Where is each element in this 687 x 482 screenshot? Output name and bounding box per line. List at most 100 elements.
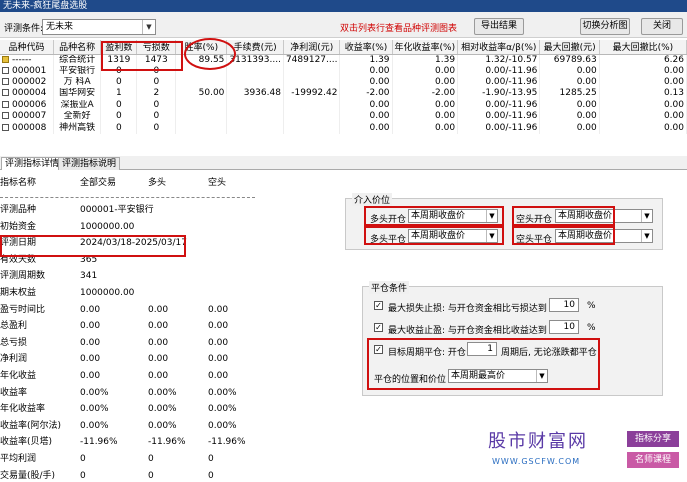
table-cell-win: 1319 xyxy=(100,54,138,66)
cell-text: 0 xyxy=(115,77,122,88)
col-header-name[interactable]: 品种名称 xyxy=(53,40,102,55)
row-checkbox[interactable] xyxy=(2,123,9,131)
cell-text: 89.55 xyxy=(198,54,225,65)
take-profit-checkbox[interactable]: ✓ xyxy=(374,323,383,332)
tab-eval-details[interactable]: 评测指标详情 xyxy=(1,157,64,170)
take-profit-input[interactable]: 10 xyxy=(549,320,579,334)
chevron-down-icon[interactable]: ▼ xyxy=(536,370,547,382)
table-cell-profit xyxy=(283,111,341,123)
close-button[interactable]: 关闭 xyxy=(641,18,683,35)
table-cell-annual: 0.00 xyxy=(392,65,459,77)
col-header-wins[interactable]: 盈利数 xyxy=(100,40,138,55)
col-header-annual-return[interactable]: 年化收益率(%) xyxy=(392,40,459,55)
detail-row: 评测周期数 341 xyxy=(0,271,340,282)
row-checkbox[interactable] xyxy=(2,66,9,74)
cell-text: 000007 xyxy=(12,111,47,122)
cell-text: -1.90/-13.95 xyxy=(482,88,538,99)
table-cell-rate xyxy=(175,122,228,134)
row-checkbox[interactable] xyxy=(2,78,9,86)
tab-eval-explanation[interactable]: 评测指标说明 xyxy=(58,157,121,170)
table-row[interactable]: ------ 综合统计 1319 1473 89.55 3131393.... 748912… xyxy=(0,54,687,66)
table-row[interactable]: 000006 深振业A 0 0 0.00 0.00 0.00/-11.96 0.00 0.00 xyxy=(0,99,687,112)
watermark-tag-indicators: 指标分享 xyxy=(627,431,679,447)
detail-all: 0.00 xyxy=(80,321,101,332)
detail-all: 341 xyxy=(80,271,98,282)
cell-text: 000001 xyxy=(12,65,47,76)
export-results-button[interactable]: 导出结果 xyxy=(474,18,524,35)
chevron-down-icon[interactable]: ▼ xyxy=(641,210,652,222)
cell-text: 7489127.... xyxy=(285,54,338,65)
cell-text: 0.00 xyxy=(663,65,684,76)
col-header-net-profit[interactable]: 净利润(元) xyxy=(283,40,341,55)
table-cell-profit xyxy=(283,122,341,134)
detail-short: 0.00 xyxy=(208,354,229,365)
detail-header-short: 空头 xyxy=(208,178,227,188)
cell-text: 0.00 xyxy=(576,77,597,88)
table-cell-profit: 7489127.... xyxy=(283,54,341,66)
long-close-select[interactable]: 本周期收盘价 ▼ xyxy=(408,229,498,243)
table-row[interactable]: 000004 国华网安 1 2 50.00 3936.48 -19992.42 -2.00 -2… xyxy=(0,88,687,100)
detail-all: 0.00% xyxy=(80,387,109,398)
cell-text: 综合统计 xyxy=(59,54,96,65)
detail-header: 指标名称 全部交易 多头 空头 xyxy=(0,178,350,189)
col-header-return[interactable]: 收益率(%) xyxy=(339,40,393,55)
cell-text: 0 xyxy=(153,111,160,122)
detail-long: 0.00 xyxy=(148,371,169,381)
col-header-losses[interactable]: 亏损数 xyxy=(136,40,177,55)
cell-text: 0.00 xyxy=(435,111,456,122)
detail-metric: 收益率(贝塔) xyxy=(0,437,53,448)
row-checkbox[interactable] xyxy=(2,100,9,108)
target-period-checkbox[interactable]: ✓ xyxy=(374,345,383,354)
detail-row: 盈亏时间比 0.00 0.00 0.00 xyxy=(0,305,340,316)
chevron-down-icon[interactable]: ▼ xyxy=(486,230,497,242)
short-close-value: 本周期收盘价 xyxy=(558,231,613,241)
detail-metric: 总亏损 xyxy=(0,337,28,348)
col-header-max-drawdown[interactable]: 最大回撤(元) xyxy=(539,40,600,55)
col-header-code[interactable]: 品种代码 xyxy=(0,40,54,55)
table-row[interactable]: 000002 万 科A 0 0 0.00 0.00 0.00/-11.96 0.00 0.00 xyxy=(0,76,687,89)
cell-text: 0 xyxy=(115,122,122,133)
detail-row: 年化收益率 0.00% 0.00% 0.00% xyxy=(0,404,340,415)
col-header-win-rate[interactable]: 胜率(%) xyxy=(175,40,228,55)
row-checkbox[interactable] xyxy=(2,112,9,120)
row-checkbox[interactable] xyxy=(2,89,9,97)
target-period-input[interactable]: 1 xyxy=(467,342,497,356)
table-cell-name: 神州高铁 xyxy=(53,122,102,134)
cell-text: 0.00 xyxy=(369,65,390,76)
table-cell-ret: 0.00 xyxy=(339,111,393,123)
cell-text: 1 xyxy=(115,88,122,99)
table-cell-ddr: 0.00 xyxy=(599,99,687,112)
col-header-relative-return[interactable]: 相对收益率α/β(%) xyxy=(457,40,541,55)
long-open-select[interactable]: 本周期收盘价 ▼ xyxy=(408,209,498,223)
table-cell-rel: 0.00/-11.96 xyxy=(457,76,541,89)
detail-long: 0.00 xyxy=(148,337,169,348)
cell-text: 000004 xyxy=(12,88,47,99)
cell-text: 000002 xyxy=(12,77,47,88)
cell-text: 国华网安 xyxy=(59,88,96,99)
col-header-fee[interactable]: 手续费(元) xyxy=(226,40,284,55)
col-header-max-drawdown-ratio[interactable]: 最大回撤比(%) xyxy=(599,40,687,55)
table-row[interactable]: 000007 全新好 0 0 0.00 0.00 0.00/-11.96 0.00 0.00 xyxy=(0,111,687,123)
table-row[interactable]: 000001 平安银行 0 0 0.00 0.00 0.00/-11.96 0.00 0.00 xyxy=(0,65,687,77)
table-cell-rate xyxy=(175,76,228,89)
table-cell-loss: 0 xyxy=(136,111,177,123)
short-open-select[interactable]: 本周期收盘价 ▼ xyxy=(555,209,653,223)
chevron-down-icon[interactable]: ▼ xyxy=(486,210,497,222)
detail-row: 年化收益 0.00 0.00 0.00 xyxy=(0,371,340,382)
chevron-down-icon[interactable]: ▼ xyxy=(142,20,155,34)
stop-loss-checkbox[interactable]: ✓ xyxy=(374,301,383,310)
table-cell-profit xyxy=(283,99,341,112)
table-cell-loss: 0 xyxy=(136,76,177,89)
cell-text: 1319 xyxy=(107,54,131,65)
stop-loss-input[interactable]: 10 xyxy=(549,298,579,312)
close-position-select[interactable]: 本周期最高价 ▼ xyxy=(448,369,548,383)
chevron-down-icon[interactable]: ▼ xyxy=(641,230,652,242)
table-cell-win: 0 xyxy=(100,65,138,77)
table-row[interactable]: 000008 神州高铁 0 0 0.00 0.00 0.00/-11.96 0.00 0.00 xyxy=(0,122,687,134)
detail-panel: 指标名称 全部交易 多头 空头 评测品种 000001-平安银行 初始资金 10000… xyxy=(0,171,350,481)
table-cell-name: 平安银行 xyxy=(53,65,102,77)
switch-chart-button[interactable]: 切换分析图 xyxy=(580,18,630,35)
eval-condition-select[interactable]: 无未来 ▼ xyxy=(42,19,156,35)
entry-price-group: 介入价位 多头开仓 本周期收盘价 ▼ 空头开仓 本周期收盘价 ▼ 多头平仓 本周… xyxy=(345,193,663,250)
short-close-select[interactable]: 本周期收盘价 ▼ xyxy=(555,229,653,243)
